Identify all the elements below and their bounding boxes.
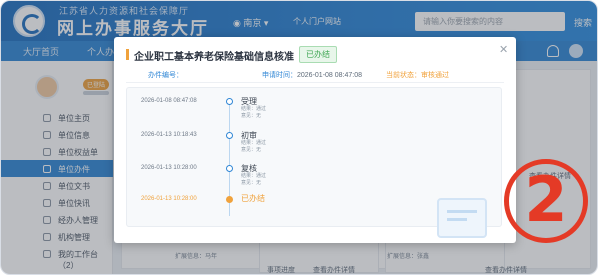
case-detail-modal: 企业职工基本养老保险基础信息核准 已办结 ✕ 办件编号： 申请时间：2026-0… bbox=[114, 37, 516, 243]
apply-time: 申请时间：2026-01-08 08:47:08 bbox=[262, 70, 362, 80]
timeline-dot bbox=[226, 196, 233, 203]
timeline-time: 2026-01-13 10:18:43 bbox=[141, 132, 197, 138]
timeline-result: 结果：通过 bbox=[241, 173, 267, 179]
apply-time-value: 2026-01-08 08:47:08 bbox=[297, 72, 362, 79]
document-illustration-icon bbox=[437, 198, 487, 238]
title-accent-bar bbox=[126, 49, 129, 60]
apply-time-label: 申请时间： bbox=[262, 72, 297, 79]
progress-timeline: 2026-01-08 08:47:08 受理 结果：通过 意见：无 2026-0… bbox=[126, 87, 502, 238]
app-frame: 江苏省人力资源和社会保障厅 网上办事服务大厅 ◉ 南京 ▾ 个人门户网站 请输入… bbox=[0, 0, 598, 275]
case-number-label: 办件编号： bbox=[148, 72, 183, 79]
timeline-opinion: 意见：无 bbox=[241, 180, 262, 186]
timeline-time: 2026-01-13 10:28:00 bbox=[141, 165, 197, 171]
timeline-dot bbox=[226, 132, 233, 139]
timeline-result: 结果：通过 bbox=[241, 106, 267, 112]
timeline-step: 已办结 bbox=[241, 194, 265, 203]
timeline-dot bbox=[226, 98, 233, 105]
timeline-opinion: 意见：无 bbox=[241, 147, 262, 153]
timeline-opinion: 意见：无 bbox=[241, 113, 262, 119]
step-number-annotation: 2 bbox=[504, 159, 588, 243]
status-badge: 已办结 bbox=[299, 46, 337, 63]
current-status-value: 审核通过 bbox=[421, 72, 449, 79]
modal-title: 企业职工基本养老保险基础信息核准 bbox=[134, 52, 294, 63]
divider bbox=[126, 82, 504, 83]
close-icon[interactable]: ✕ bbox=[499, 43, 508, 56]
current-status-label: 当前状态： bbox=[386, 72, 421, 79]
timeline-time: 2026-01-13 10:28:00 bbox=[141, 196, 197, 202]
case-number: 办件编号： bbox=[148, 70, 183, 80]
current-status: 当前状态：审核通过 bbox=[386, 70, 449, 80]
timeline-dot bbox=[226, 165, 233, 172]
timeline-time: 2026-01-08 08:47:08 bbox=[141, 98, 197, 104]
timeline-result: 结果：通过 bbox=[241, 140, 267, 146]
